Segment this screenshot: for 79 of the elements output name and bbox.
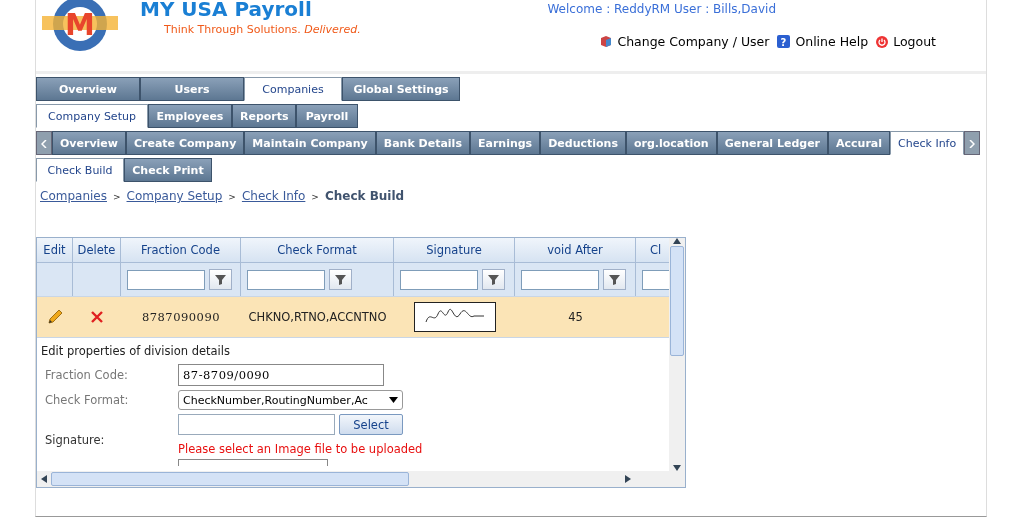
check-tab[interactable]: Check Print	[124, 158, 212, 182]
filter-field[interactable]	[127, 269, 205, 290]
section-tab[interactable]: Create Company	[126, 131, 245, 155]
column-header[interactable]: Edit	[37, 238, 73, 263]
column-header[interactable]: Signature	[394, 238, 515, 263]
column-header[interactable]: Delete	[73, 238, 121, 263]
header-link[interactable]: Online Help	[795, 34, 869, 49]
table-cell-text: 45	[567, 309, 584, 326]
tagline: Think Through Solutions. Delivered.	[164, 23, 361, 36]
scroll-right-button[interactable]	[964, 131, 981, 155]
filter-field[interactable]	[400, 269, 478, 290]
filter-field[interactable]	[521, 269, 599, 290]
field-label: Fraction Code:	[44, 368, 129, 382]
select-button[interactable]: Select	[339, 414, 403, 435]
breadcrumb-separator: >	[112, 192, 121, 202]
filter-icon	[215, 274, 226, 285]
filter-button[interactable]	[482, 269, 505, 290]
sub-tab[interactable]: Payroll	[296, 104, 358, 128]
table-cell-text: 8787090090	[140, 309, 222, 326]
section-tab[interactable]: Earnings	[469, 131, 541, 155]
filter-icon	[488, 274, 499, 285]
sub-tab[interactable]: Employees	[148, 104, 232, 128]
input-field[interactable]	[178, 459, 328, 466]
field-label: Signature:	[44, 433, 106, 447]
header-link[interactable]: Logout	[893, 34, 936, 49]
horizontal-scrollbar[interactable]	[37, 471, 685, 487]
main-tab[interactable]: Global Settings	[342, 77, 460, 101]
section-tab[interactable]: Check Info	[890, 131, 965, 155]
table-cell-text: CHKNO,RTNO,ACCNTNO	[247, 309, 388, 326]
check-tab[interactable]: Check Build	[36, 158, 124, 182]
file-path-field[interactable]	[178, 414, 335, 435]
filter-button[interactable]	[329, 269, 352, 290]
sub-tab[interactable]: Reports	[232, 104, 296, 128]
section-tab[interactable]: Overview	[52, 131, 126, 155]
breadcrumb-separator: >	[228, 192, 236, 202]
cube-icon	[600, 35, 613, 48]
breadcrumb-current: Check Build	[324, 189, 405, 203]
vertical-scrollbar[interactable]	[669, 238, 685, 471]
breadcrumb-separator: >	[311, 192, 319, 202]
column-header[interactable]: Check Format	[241, 238, 394, 263]
chevron-left-icon	[41, 139, 47, 148]
section-tab[interactable]: Deductions	[540, 131, 626, 155]
scroll-up-icon[interactable]	[673, 238, 681, 244]
section-tab[interactable]: Maintain Company	[244, 131, 376, 155]
dropdown-arrow-icon	[389, 397, 398, 403]
column-header[interactable]: Fraction Code	[121, 238, 241, 263]
welcome-text: Welcome : ReddyRM User : Bills,David	[547, 2, 776, 16]
app-title: MY USA Payroll	[140, 0, 313, 21]
help-icon: ?	[777, 35, 791, 48]
error-message: Please select an Image file to be uploaded	[178, 442, 423, 456]
filter-icon	[335, 274, 346, 285]
column-header[interactable]: Cl	[636, 238, 669, 263]
breadcrumb-link[interactable]: Companies	[40, 189, 107, 203]
scroll-left-icon[interactable]	[41, 475, 47, 483]
breadcrumb-link[interactable]: Check Info	[241, 189, 306, 203]
scroll-left-button[interactable]	[36, 131, 52, 155]
filter-icon	[609, 274, 620, 285]
filter-field[interactable]	[247, 269, 325, 290]
column-header[interactable]: void After	[515, 238, 636, 263]
field-label: Check Format:	[44, 393, 130, 407]
chevron-right-icon	[969, 139, 976, 148]
pencil-icon[interactable]	[47, 309, 63, 325]
section-tab[interactable]: Bank Details	[375, 131, 470, 155]
main-tab[interactable]: Users	[140, 77, 244, 101]
section-tab[interactable]: General Ledger	[716, 131, 829, 155]
sub-tab[interactable]: Company Setup	[36, 104, 148, 128]
main-tab[interactable]: Overview	[36, 77, 140, 101]
delete-icon[interactable]	[91, 311, 103, 323]
power-icon	[876, 35, 889, 48]
breadcrumb-link[interactable]: Company Setup	[126, 189, 223, 203]
section-tab[interactable]: org.location	[625, 131, 717, 155]
form-title: Edit properties of division details	[41, 344, 231, 358]
section-tab[interactable]: Accural	[828, 131, 891, 155]
check-format-dropdown[interactable]: CheckNumber,RoutingNumber,Ac	[178, 390, 403, 410]
main-tab[interactable]: Companies	[244, 77, 342, 101]
filter-button[interactable]	[603, 269, 626, 290]
filter-button[interactable]	[209, 269, 232, 290]
fraction-code-field[interactable]: 87-8709/0090	[178, 364, 384, 386]
header-link[interactable]: Change Company / User	[617, 34, 770, 49]
